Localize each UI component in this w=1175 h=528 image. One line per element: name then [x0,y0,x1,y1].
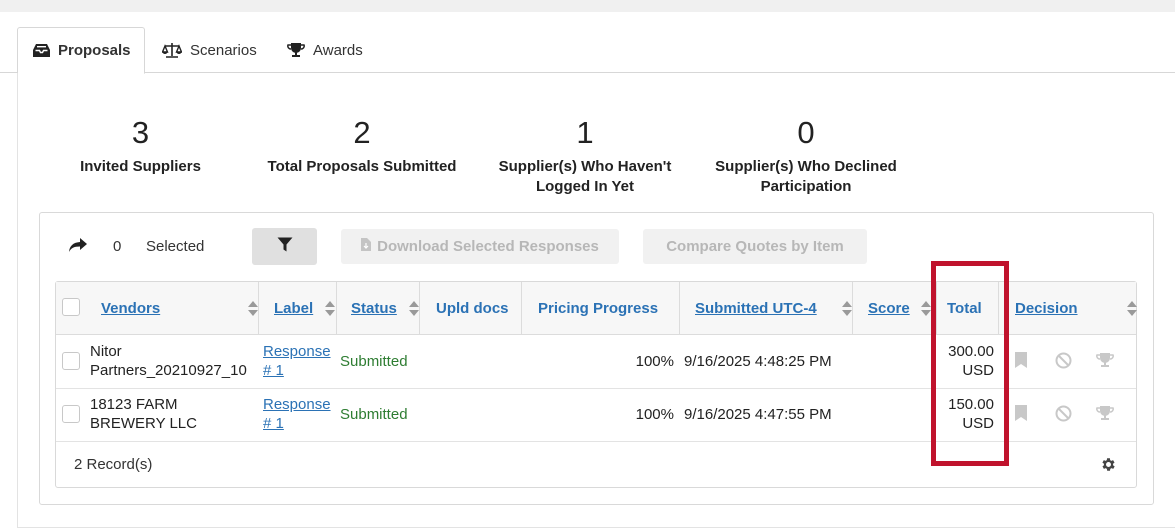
tab-label: Proposals [58,42,131,59]
col-vendors-label: Vendors [101,300,161,317]
stat-invited-suppliers: 3 Invited Suppliers [68,115,213,177]
submitted-value: 9/16/2025 4:48:25 PM [684,353,832,370]
status-value: Submitted [340,353,408,370]
col-pricing-label: Pricing Progress [538,300,659,317]
trophy-icon[interactable] [1096,405,1114,425]
vendor-name-line2: Partners_20210927_10 [90,362,247,379]
trophy-icon[interactable] [1096,352,1114,372]
tab-label: Awards [313,41,363,59]
highlight-box [931,261,1009,466]
response-link[interactable]: Response # 1 [263,395,331,433]
trophy-icon [287,42,305,58]
col-pricing-progress: Pricing Progress [538,282,678,335]
column-divider [679,282,680,335]
sort-icon[interactable] [325,301,336,317]
stat-value: 0 [797,115,815,150]
sort-icon[interactable] [1127,301,1138,317]
stat-label: Supplier(s) Who Declined Participation [706,157,906,197]
stat-total-proposals: 2 Total Proposals Submitted [262,115,462,177]
tab-bar: Proposals Scenarios Awards [0,27,1175,74]
vendor-name: Nitor Partners_20210927_10 [90,342,247,380]
file-download-icon [361,238,372,255]
col-decision[interactable]: Decision [1015,282,1125,335]
col-upld-docs-label: Upld docs [436,300,509,317]
bookmark-icon[interactable] [1015,405,1027,425]
bookmark-icon[interactable] [1015,352,1027,372]
compare-quotes-button[interactable]: Compare Quotes by Item [643,229,867,264]
col-vendors[interactable]: Vendors [101,282,256,335]
stat-value: 1 [576,115,594,150]
vendor-name: 18123 FARM BREWERY LLC [90,395,197,433]
row-checkbox[interactable] [62,405,80,423]
col-label-label: Label [274,300,314,317]
ban-icon[interactable] [1055,405,1072,426]
column-divider [852,282,853,335]
row-checkbox[interactable] [62,352,80,370]
tab-awards[interactable]: Awards [287,27,363,73]
column-divider [521,282,522,335]
vendor-name-line1: 18123 FARM [90,396,178,413]
column-divider [419,282,420,335]
response-link-line1: Response [263,396,331,413]
response-link-line2: # 1 [263,415,284,432]
tab-scenarios[interactable]: Scenarios [162,27,257,73]
stat-not-logged-in: 1 Supplier(s) Who Haven't Logged In Yet [490,115,680,197]
col-decision-label: Decision [1015,300,1078,317]
tab-proposals[interactable]: Proposals [17,27,145,74]
stat-label-line1: Supplier(s) Who Declined [715,158,897,175]
status-value: Submitted [340,406,408,423]
vendor-name-line1: Nitor [90,343,122,360]
filter-icon [277,237,293,256]
column-divider [258,282,259,335]
download-label: Download Selected Responses [377,238,599,255]
stat-value: 2 [353,115,371,150]
pricing-progress-value: 100% [635,353,674,370]
column-divider [336,282,337,335]
stat-label: Total Proposals Submitted [267,158,457,175]
ban-icon[interactable] [1055,352,1072,373]
stat-value: 3 [131,115,150,150]
response-link[interactable]: Response # 1 [263,342,331,380]
col-status-label: Status [351,300,397,317]
vendor-name-line2: BREWERY LLC [90,415,197,432]
submitted-value: 9/16/2025 4:47:55 PM [684,406,832,423]
response-link-line2: # 1 [263,362,284,379]
tab-label: Scenarios [190,41,257,59]
selected-count: 0 [113,238,122,255]
stat-label: Supplier(s) Who Haven't Logged In Yet [490,157,680,197]
stat-label-line1: Supplier(s) Who Haven't [498,158,672,175]
share-arrow-icon[interactable] [68,236,88,258]
stat-label: Invited Suppliers [80,158,201,175]
stat-label-line2: Logged In Yet [535,178,635,195]
select-all-checkbox[interactable] [62,298,80,316]
selected-label: Selected [146,238,205,255]
col-upld-docs: Upld docs [436,282,521,335]
stat-label-line2: Participation [760,178,852,195]
top-bar [0,0,1175,12]
inbox-icon [33,43,50,58]
col-submitted-label: Submitted UTC-4 [695,300,817,317]
record-count: 2 Record(s) [74,456,153,473]
compare-label: Compare Quotes by Item [666,238,844,255]
download-selected-button[interactable]: Download Selected Responses [341,229,619,264]
col-score-label: Score [868,300,910,317]
gear-icon[interactable] [1100,456,1117,477]
balance-scale-icon [162,42,182,58]
filter-button[interactable] [252,228,317,265]
pricing-progress-value: 100% [635,406,674,423]
stat-declined: 0 Supplier(s) Who Declined Participation [706,115,906,197]
response-link-line1: Response [263,343,331,360]
col-submitted[interactable]: Submitted UTC-4 [695,282,851,335]
